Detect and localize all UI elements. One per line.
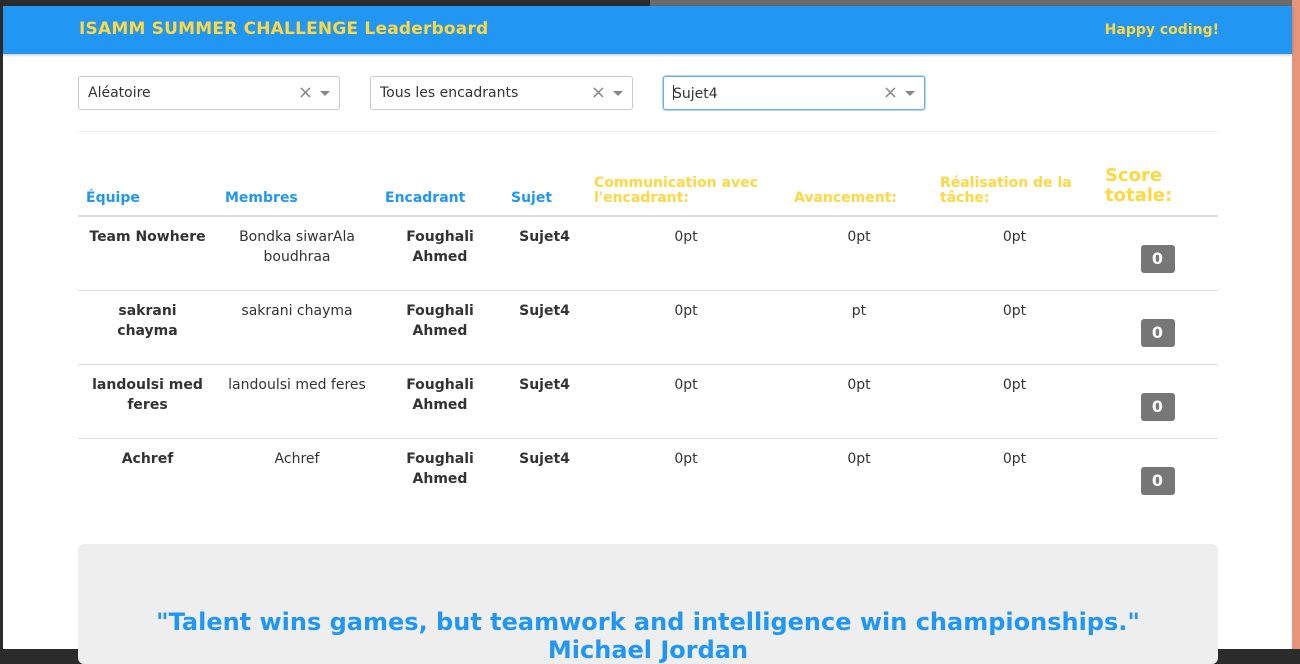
table-row: sakrani chayma sakrani chayma Foughali A…	[78, 290, 1218, 365]
supervisor-cell: Foughali Ahmed	[406, 229, 474, 265]
header-members: Membres	[217, 166, 377, 217]
communication-cell: 0pt	[586, 438, 786, 512]
header-total-score: Score totale:	[1097, 166, 1218, 217]
members-cell: sakrani chayma	[217, 290, 377, 365]
clear-icon[interactable]: ×	[591, 82, 606, 103]
navbar-tagline: Happy coding!	[1104, 22, 1219, 38]
quote-author: Michael Jordan	[547, 636, 749, 664]
quote-text: "Talent wins games, but teamwork and int…	[156, 608, 1140, 636]
progress-cell: 0pt	[847, 229, 871, 245]
score-badge: 0	[1140, 245, 1175, 273]
team-cell: landoulsi med feres	[78, 364, 217, 439]
communication-cell: 0pt	[586, 364, 786, 439]
chevron-down-icon[interactable]	[613, 91, 623, 96]
chevron-down-icon[interactable]	[905, 91, 915, 96]
total-cell: 0	[1097, 290, 1218, 365]
team-cell: Achref	[78, 438, 217, 512]
order-filter-select[interactable]: Aléatoire ×	[78, 76, 340, 110]
quote-block: "Talent wins games, but teamwork and int…	[78, 608, 1218, 664]
navbar: ISAMM SUMMER CHALLENGE Leaderboard Happy…	[3, 6, 1292, 54]
table-row: Team Nowhere Bondka siwarAla boudhraa Fo…	[78, 216, 1218, 291]
subject-cell: Sujet4	[519, 229, 570, 245]
table-row: landoulsi med feres landoulsi med feres …	[78, 364, 1218, 439]
header-team: Équipe	[78, 166, 217, 217]
quote-box: "Talent wins games, but teamwork and int…	[78, 544, 1218, 664]
header-realisation: Réalisation de la tâche:	[932, 166, 1097, 217]
subject-cell: Sujet4	[503, 290, 586, 365]
supervisor-cell: Foughali Ahmed	[377, 438, 503, 512]
realisation-cell: 0pt	[932, 364, 1097, 439]
progress-cell: 0pt	[786, 438, 932, 512]
team-cell: sakrani chayma	[78, 290, 217, 365]
header-communication: Communication avec l'encadrant:	[586, 166, 786, 217]
members-cell: Achref	[217, 438, 377, 512]
score-badge: 0	[1140, 319, 1175, 347]
members-cell: landoulsi med feres	[217, 364, 377, 439]
header-supervisor: Encadrant	[377, 166, 503, 217]
background-strip-right	[1292, 0, 1300, 649]
supervisor-filter-select[interactable]: Tous les encadrants ×	[370, 76, 633, 110]
progress-cell: 0pt	[786, 364, 932, 439]
realisation-cell: 0pt	[932, 438, 1097, 512]
subject-cell: Sujet4	[503, 364, 586, 439]
navbar-brand[interactable]: ISAMM SUMMER CHALLENGE Leaderboard	[79, 19, 488, 39]
order-filter-value: Aléatoire	[88, 85, 151, 101]
subject-filter-select[interactable]: Sujet4 ×	[663, 76, 925, 110]
total-cell: 0	[1097, 438, 1218, 512]
members-cell: Bondka siwarAla boudhraa	[239, 229, 355, 265]
supervisor-filter-value: Tous les encadrants	[380, 85, 519, 101]
total-cell: 0	[1097, 216, 1218, 291]
chevron-down-icon[interactable]	[320, 91, 330, 96]
header-subject: Sujet	[503, 166, 586, 217]
realisation-cell: 0pt	[932, 290, 1097, 365]
supervisor-cell: Foughali Ahmed	[377, 290, 503, 365]
subject-filter-input[interactable]: Sujet4	[673, 85, 718, 102]
subject-filter-value: Sujet4	[673, 86, 718, 102]
header-progress: Avancement:	[786, 166, 932, 217]
leaderboard-table: Équipe Membres Encadrant Sujet Communica…	[78, 166, 1218, 512]
progress-cell: pt	[786, 290, 932, 365]
score-badge: 0	[1140, 467, 1175, 495]
supervisor-cell: Foughali Ahmed	[377, 364, 503, 439]
clear-icon[interactable]: ×	[298, 82, 313, 103]
table-row: Achref Achref Foughali Ahmed Sujet4 0pt …	[78, 438, 1218, 512]
score-badge: 0	[1140, 393, 1175, 421]
team-cell: Team Nowhere	[89, 229, 206, 245]
subject-cell: Sujet4	[503, 438, 586, 512]
total-cell: 0	[1097, 364, 1218, 439]
communication-cell: 0pt	[674, 229, 698, 245]
clear-icon[interactable]: ×	[883, 82, 898, 103]
divider	[78, 131, 1218, 132]
leaderboard-page: ISAMM SUMMER CHALLENGE Leaderboard Happy…	[3, 6, 1292, 664]
realisation-cell: 0pt	[1002, 229, 1027, 245]
table-header-row: Équipe Membres Encadrant Sujet Communica…	[78, 166, 1218, 217]
communication-cell: 0pt	[586, 290, 786, 365]
